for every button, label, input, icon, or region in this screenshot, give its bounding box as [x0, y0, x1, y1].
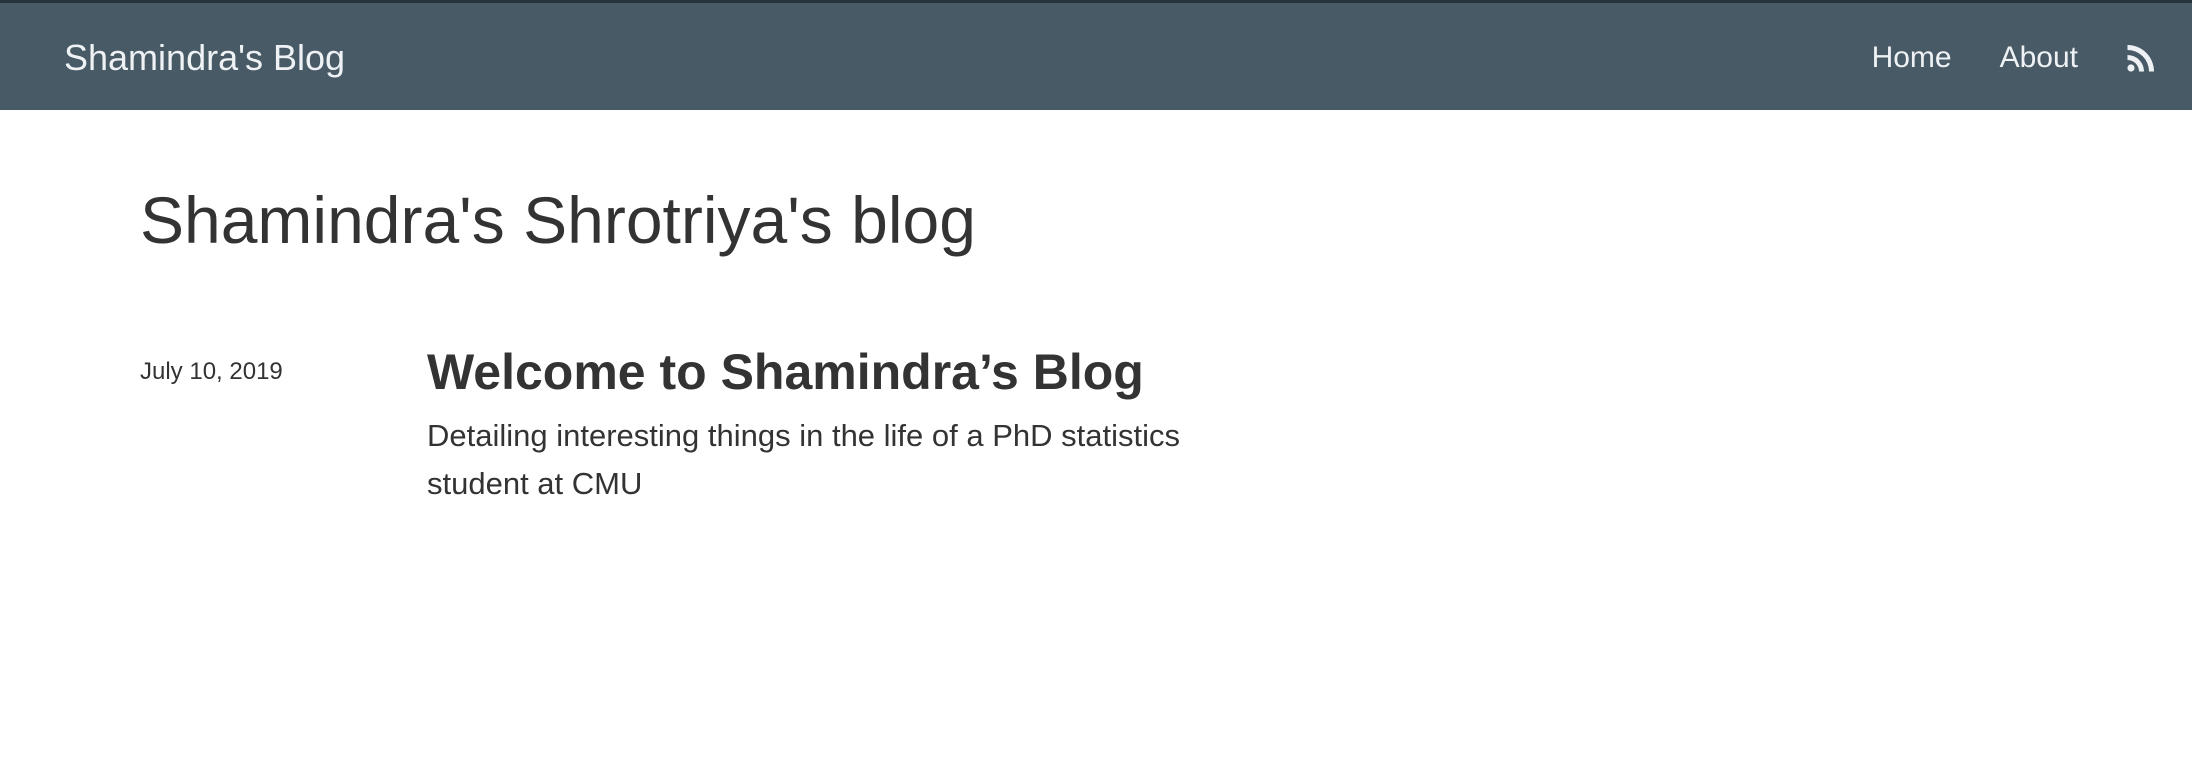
top-navbar: Shamindra's Blog Home About: [0, 0, 2192, 110]
rss-feed-link[interactable]: [2126, 43, 2156, 73]
rss-icon: [2127, 44, 2155, 72]
post-summary: Detailing interesting things in the life…: [427, 418, 1180, 501]
site-brand-link[interactable]: Shamindra's Blog: [64, 36, 345, 80]
post-body: Welcome to Shamindra’s Blog Detailing in…: [427, 340, 1287, 508]
post-date: July 10, 2019: [140, 358, 283, 385]
nav-link-about[interactable]: About: [2000, 36, 2078, 80]
post-title-link[interactable]: Welcome to Shamindra’s Blog: [427, 340, 1287, 404]
main-nav: Home About: [1824, 36, 2156, 80]
page-title: Shamindra's Shrotriya's blog: [140, 183, 976, 257]
nav-link-home[interactable]: Home: [1872, 36, 1952, 80]
